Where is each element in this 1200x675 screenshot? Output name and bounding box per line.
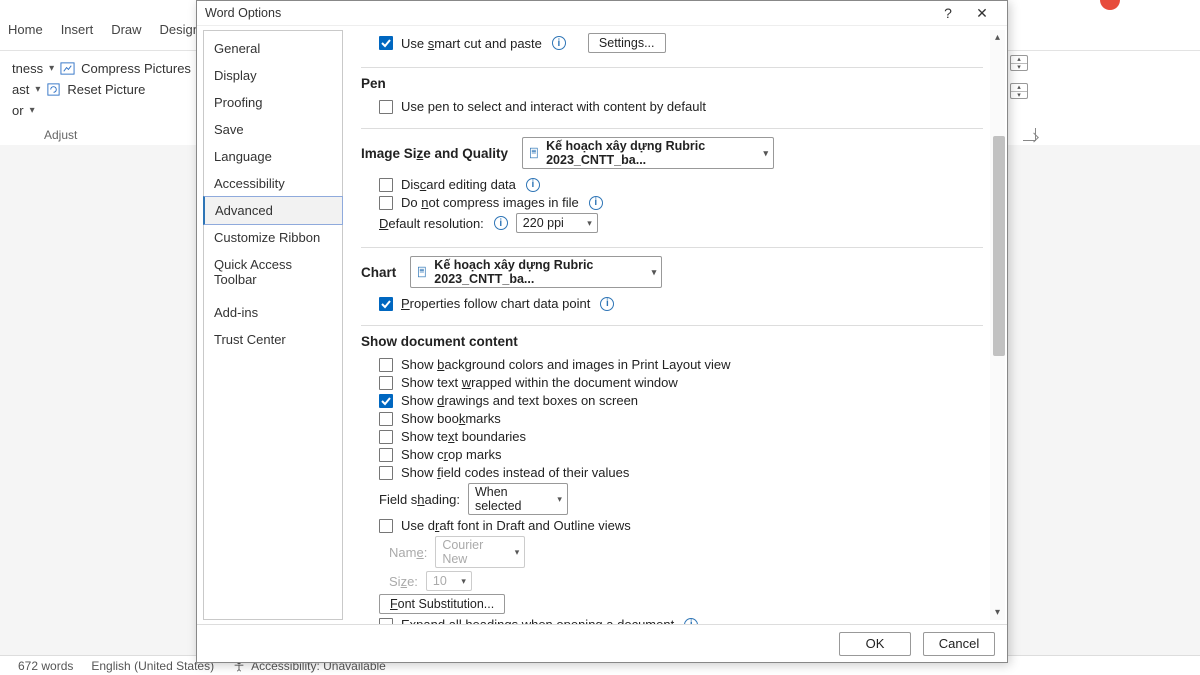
info-icon[interactable]: i bbox=[552, 36, 566, 50]
info-icon[interactable]: i bbox=[526, 178, 540, 192]
sidebar-item-general[interactable]: General bbox=[204, 35, 342, 62]
document-icon bbox=[417, 265, 428, 279]
reset-picture-icon bbox=[46, 82, 61, 97]
sidebar-item-quick-access[interactable]: Quick Access Toolbar bbox=[204, 251, 342, 293]
smart-cut-label: Use smart cut and paste bbox=[401, 36, 542, 51]
document-icon bbox=[529, 146, 540, 160]
spinner-2[interactable]: ▴▾ bbox=[1010, 83, 1028, 99]
sidebar-item-trust-center[interactable]: Trust Center bbox=[204, 326, 342, 353]
info-icon[interactable]: i bbox=[589, 196, 603, 210]
chart-properties-checkbox[interactable] bbox=[379, 297, 393, 311]
show-bookmarks-checkbox[interactable] bbox=[379, 412, 393, 426]
sidebar-item-add-ins[interactable]: Add-ins bbox=[204, 299, 342, 326]
spinner-1[interactable]: ▴▾ bbox=[1010, 55, 1028, 71]
ribbon-group-label: Adjust bbox=[44, 128, 77, 142]
tab-draw[interactable]: Draw bbox=[111, 22, 141, 37]
show-field-codes-checkbox[interactable] bbox=[379, 466, 393, 480]
ribbon-group-adjust: tness▾ Compress Pictures ast▾ Reset Pict… bbox=[0, 52, 192, 124]
section-chart: Chart bbox=[361, 265, 396, 280]
section-image-size: Image Size and Quality bbox=[361, 146, 508, 161]
pen-select-label: Use pen to select and interact with cont… bbox=[401, 99, 706, 114]
image-target-select[interactable]: Kế hoạch xây dựng Rubric 2023_CNTT_ba...… bbox=[522, 137, 774, 169]
sidebar-item-display[interactable]: Display bbox=[204, 62, 342, 89]
font-substitution-button[interactable]: Font Substitution... bbox=[379, 594, 505, 614]
ok-button[interactable]: OK bbox=[839, 632, 911, 656]
show-wrap-checkbox[interactable] bbox=[379, 376, 393, 390]
draft-name-select: Courier New▾ bbox=[435, 536, 525, 568]
draft-name-label: Name: bbox=[389, 545, 427, 560]
info-icon[interactable]: i bbox=[600, 297, 614, 311]
no-compress-checkbox[interactable] bbox=[379, 196, 393, 210]
reset-picture-button[interactable]: Reset Picture bbox=[67, 82, 145, 97]
chart-target-select[interactable]: Kế hoạch xây dựng Rubric 2023_CNTT_ba...… bbox=[410, 256, 662, 288]
info-icon[interactable]: i bbox=[684, 618, 698, 625]
show-crop-marks-checkbox[interactable] bbox=[379, 448, 393, 462]
help-button[interactable]: ? bbox=[931, 2, 965, 24]
sidebar-item-advanced[interactable]: Advanced bbox=[203, 196, 343, 225]
section-show-doc-content: Show document content bbox=[361, 325, 983, 349]
show-bg-checkbox[interactable] bbox=[379, 358, 393, 372]
compress-pictures-icon bbox=[60, 61, 75, 76]
sidebar-item-proofing[interactable]: Proofing bbox=[204, 89, 342, 116]
scrollbar-thumb[interactable] bbox=[993, 136, 1005, 356]
sidebar-item-customize-ribbon[interactable]: Customize Ribbon bbox=[204, 224, 342, 251]
options-category-list: General Display Proofing Save Language A… bbox=[203, 30, 343, 620]
default-resolution-select[interactable]: 220 ppi▾ bbox=[516, 213, 598, 233]
smart-cut-checkbox[interactable] bbox=[379, 36, 393, 50]
section-pen: Pen bbox=[361, 67, 983, 91]
close-button[interactable]: ✕ bbox=[965, 2, 999, 24]
show-text-boundaries-checkbox[interactable] bbox=[379, 430, 393, 444]
draft-size-select: 10▾ bbox=[426, 571, 472, 591]
dialog-title: Word Options bbox=[205, 6, 281, 20]
word-options-dialog: Word Options ? ✕ General Display Proofin… bbox=[196, 0, 1008, 663]
expand-headings-checkbox[interactable] bbox=[379, 618, 393, 625]
show-drawings-checkbox[interactable] bbox=[379, 394, 393, 408]
info-icon[interactable]: i bbox=[494, 216, 508, 230]
sidebar-item-language[interactable]: Language bbox=[204, 143, 342, 170]
tab-design[interactable]: Design bbox=[160, 22, 200, 37]
draft-font-checkbox[interactable] bbox=[379, 519, 393, 533]
cancel-button[interactable]: Cancel bbox=[923, 632, 995, 656]
compress-pictures-button[interactable]: Compress Pictures bbox=[81, 61, 191, 76]
settings-button[interactable]: Settings... bbox=[588, 33, 666, 53]
field-shading-select[interactable]: When selected▾ bbox=[468, 483, 568, 515]
tab-home[interactable]: Home bbox=[8, 22, 43, 37]
sidebar-item-save[interactable]: Save bbox=[204, 116, 342, 143]
pen-select-checkbox[interactable] bbox=[379, 100, 393, 114]
dialog-launcher-icon[interactable] bbox=[1023, 128, 1036, 141]
tab-insert[interactable]: Insert bbox=[61, 22, 94, 37]
discard-editing-checkbox[interactable] bbox=[379, 178, 393, 192]
draft-size-label: Size: bbox=[389, 574, 418, 589]
scroll-down-icon[interactable]: ▾ bbox=[990, 605, 1005, 620]
scroll-up-icon[interactable]: ▴ bbox=[990, 30, 1005, 45]
ribbon-tabs: Home Insert Draw Design bbox=[0, 22, 200, 37]
word-count[interactable]: 672 words bbox=[18, 659, 73, 673]
sidebar-item-accessibility[interactable]: Accessibility bbox=[204, 170, 342, 197]
